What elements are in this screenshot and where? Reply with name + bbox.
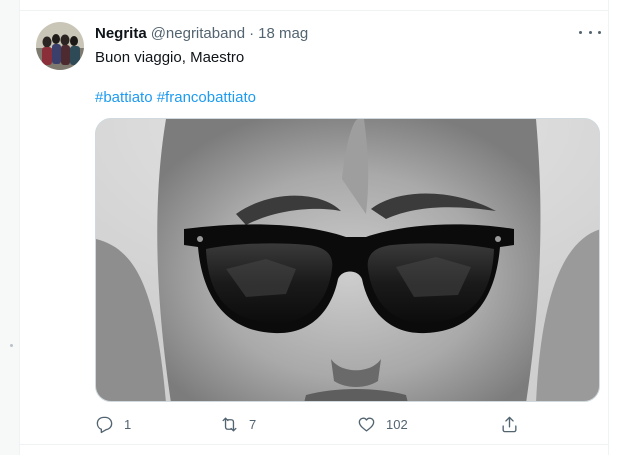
retweet-count: 7 [249,416,257,432]
like-button[interactable]: 102 [357,413,408,435]
author-handle[interactable]: @negritaband [151,25,245,42]
scroll-indicator-dot [10,344,13,347]
retweet-button[interactable]: 7 [220,413,256,435]
hashtag-link[interactable]: #battiato [95,89,153,106]
avatar-image [36,22,84,70]
separator-dot: · [249,24,255,42]
hashtag-link[interactable]: #francobattiato [157,89,256,106]
like-count: 102 [386,416,408,432]
heart-icon [358,416,375,432]
reply-count: 1 [124,416,132,432]
author-name[interactable]: Negrita [95,25,147,42]
divider-top [19,10,609,11]
more-options-button[interactable] [579,24,601,40]
tweet-timestamp[interactable]: 18 mag [258,25,308,42]
avatar[interactable] [36,22,84,70]
divider-bottom [19,444,609,445]
retweet-icon [222,416,237,432]
share-icon [502,416,517,432]
tweet-media-photo[interactable] [95,118,600,402]
reply-icon [96,416,113,433]
reply-button[interactable]: 1 [95,413,131,435]
tweet-header: Negrita @negritaband · 18 mag [95,23,308,43]
tweet-actions: 1 7 102 [95,413,600,435]
photo-portrait-sunglasses [96,119,599,401]
more-horizontal-icon [579,30,582,34]
share-button[interactable] [500,413,519,435]
tweet-text: Buon viaggio, Maestro [95,49,245,66]
hashtag-line: #battiato #francobattiato [95,88,256,108]
